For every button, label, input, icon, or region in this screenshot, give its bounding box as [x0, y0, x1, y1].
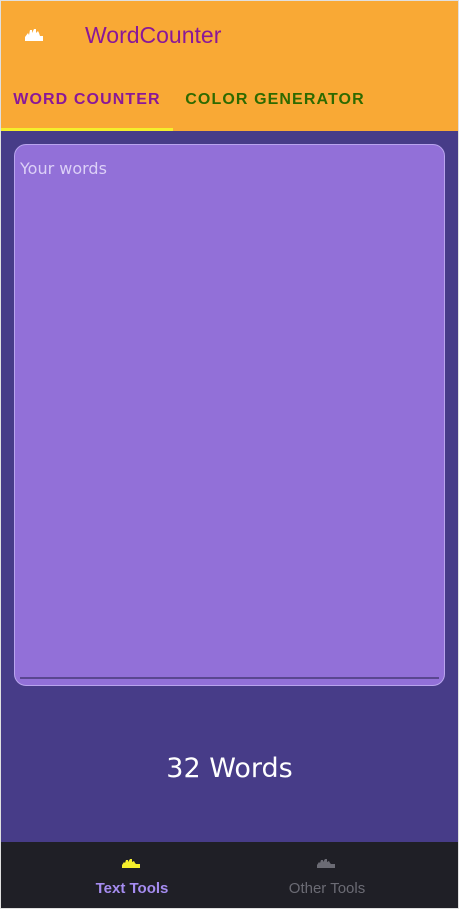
app-window: WordCounter WORD COUNTER COLOR GENERATOR… [0, 0, 459, 909]
app-bar: WordCounter WORD COUNTER COLOR GENERATOR [1, 1, 458, 131]
hand-icon [317, 859, 335, 868]
nav-label-other-tools: Other Tools [288, 880, 366, 897]
active-tab-indicator [1, 128, 173, 131]
hand-icon [122, 859, 140, 868]
app-title: WordCounter [85, 22, 222, 48]
nav-item-text-tools[interactable]: Text Tools [34, 842, 230, 908]
bottom-navigation: Text Tools Other Tools [1, 842, 458, 908]
nav-label-text-tools: Text Tools [95, 880, 169, 897]
word-count-label: 32 Words [166, 753, 293, 784]
tab-word-counter[interactable]: WORD COUNTER [1, 87, 173, 131]
word-input-box [14, 144, 445, 686]
word-input[interactable] [15, 145, 444, 675]
hand-icon [25, 29, 43, 41]
input-underline [20, 677, 439, 679]
nav-item-other-tools[interactable]: Other Tools [229, 842, 425, 908]
tab-color-generator[interactable]: COLOR GENERATOR [173, 87, 377, 131]
